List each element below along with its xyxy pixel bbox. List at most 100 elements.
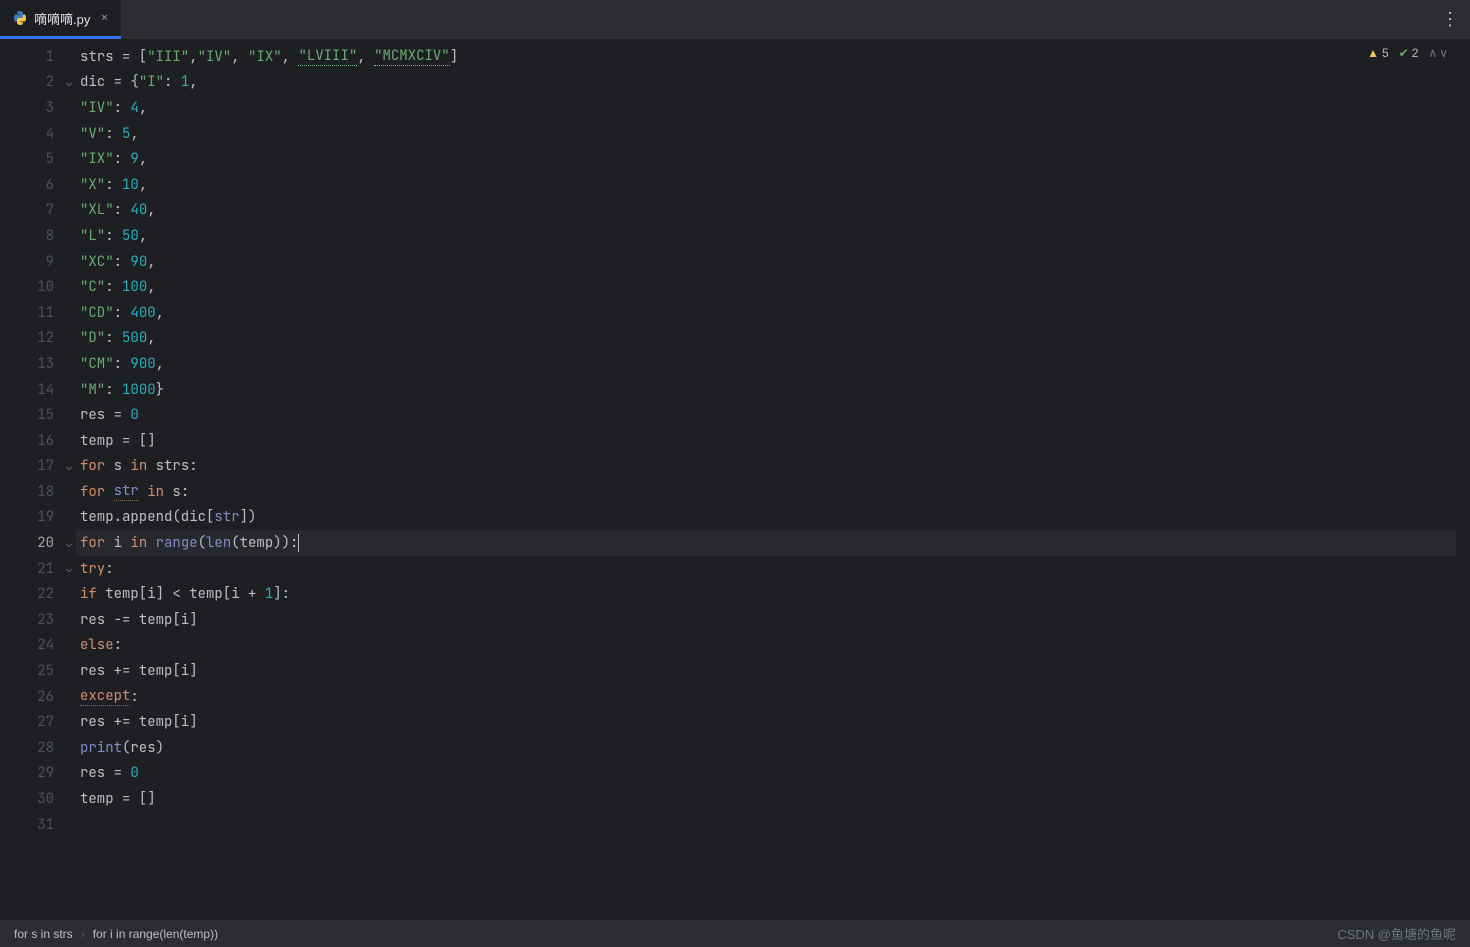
code-line[interactable]: if temp[i] < temp[i + 1]: (76, 581, 1456, 607)
code-token: , (231, 48, 248, 66)
prev-highlight-icon[interactable]: ∧ (1428, 46, 1437, 60)
code-token: : (114, 304, 131, 322)
code-token: 90 (130, 253, 147, 271)
code-area[interactable]: strs = ["III","IV", "IX", "LVIII", "MCMX… (76, 40, 1456, 919)
code-token: : (114, 636, 122, 654)
code-token: 1000 (122, 381, 156, 399)
breadcrumb-item[interactable]: for i in range(len(temp)) (93, 927, 218, 941)
code-line[interactable]: "V": 5, (76, 121, 1456, 147)
code-line[interactable]: "XC": 90, (76, 249, 1456, 275)
gutter-line: 19 (0, 505, 76, 531)
code-token: 10 (122, 176, 139, 194)
code-token: "IV" (80, 99, 114, 117)
warnings-indicator[interactable]: ▲ 5 (1367, 46, 1389, 60)
next-highlight-icon[interactable]: ∨ (1439, 46, 1448, 60)
code-line[interactable]: "IV": 4, (76, 95, 1456, 121)
code-line[interactable]: "L": 50, (76, 223, 1456, 249)
code-line[interactable]: print(res) (76, 735, 1456, 761)
line-number: 31 (37, 816, 54, 834)
code-token: strs: (156, 457, 198, 475)
line-number: 1 (46, 48, 54, 66)
code-line[interactable]: res = 0 (76, 402, 1456, 428)
code-token: s: (172, 483, 189, 501)
file-tab[interactable]: 嘀嘀嘀.py × (0, 0, 121, 39)
code-line[interactable]: "M": 1000} (76, 377, 1456, 403)
code-token: , (139, 150, 147, 168)
code-token: "XC" (80, 253, 114, 271)
code-token: in (130, 457, 155, 475)
code-line[interactable]: "IX": 9, (76, 146, 1456, 172)
breadcrumb-item[interactable]: for s in strs (14, 927, 73, 941)
code-token: 5 (122, 125, 130, 143)
code-token: : (164, 73, 181, 91)
code-line[interactable]: for i in range(len(temp)): (76, 530, 1456, 556)
tab-bar: 嘀嘀嘀.py × ⋮ (0, 0, 1470, 40)
code-token: ]) (240, 508, 257, 526)
code-line[interactable]: "X": 10, (76, 172, 1456, 198)
code-line[interactable]: temp = [] (76, 428, 1456, 454)
gutter-line: 8 (0, 223, 76, 249)
fold-icon[interactable]: ⌄ (66, 460, 72, 473)
fold-icon[interactable]: ⌄ (66, 76, 72, 89)
gutter-line: 28 (0, 735, 76, 761)
code-line[interactable]: "XL": 40, (76, 198, 1456, 224)
code-token: , (147, 201, 155, 219)
code-token: res += temp[i] (80, 662, 198, 680)
code-line[interactable]: temp = [] (76, 786, 1456, 812)
code-token: , (139, 176, 147, 194)
code-token: "XL" (80, 201, 114, 219)
scrollbar[interactable] (1456, 40, 1470, 919)
code-token: try (80, 560, 105, 578)
gutter-line: 18 (0, 479, 76, 505)
code-line[interactable]: temp.append(dic[str]) (76, 505, 1456, 531)
code-token: "IX" (80, 150, 114, 168)
line-number: 6 (46, 176, 54, 194)
code-token: for (80, 483, 114, 501)
code-line[interactable]: res += temp[i] (76, 709, 1456, 735)
code-line[interactable]: "D": 500, (76, 326, 1456, 352)
code-line[interactable]: res += temp[i] (76, 658, 1456, 684)
code-line[interactable]: "CM": 900, (76, 351, 1456, 377)
gutter-line: 3 (0, 95, 76, 121)
code-token: "I" (139, 73, 164, 91)
code-line[interactable]: try: (76, 556, 1456, 582)
gutter-line: 26 (0, 684, 76, 710)
code-token: for (80, 457, 114, 475)
code-token: : (105, 125, 122, 143)
typos-indicator[interactable]: ✔ 2 (1399, 46, 1419, 60)
gutter-line: 17⌄ (0, 454, 76, 480)
gutter-line: 12 (0, 326, 76, 352)
code-token: : (105, 227, 122, 245)
code-line[interactable]: else: (76, 633, 1456, 659)
code-token: ( (198, 534, 206, 552)
code-line[interactable]: for s in strs: (76, 454, 1456, 480)
fold-icon[interactable]: ⌄ (66, 562, 72, 575)
code-token: "III" (147, 48, 189, 66)
code-line[interactable]: for str in s: (76, 479, 1456, 505)
code-line[interactable]: dic = {"I": 1, (76, 70, 1456, 96)
code-token: , (156, 355, 164, 373)
code-line[interactable]: res = 0 (76, 761, 1456, 787)
code-line[interactable]: res -= temp[i] (76, 607, 1456, 633)
code-token: res = (80, 764, 130, 782)
code-token: "IV" (198, 48, 232, 66)
code-token: , (147, 253, 155, 271)
line-number: 11 (37, 304, 54, 322)
code-token: range (156, 534, 198, 552)
code-line[interactable]: "C": 100, (76, 274, 1456, 300)
code-token: 0 (130, 406, 138, 424)
python-icon (12, 10, 28, 26)
code-line[interactable]: strs = ["III","IV", "IX", "LVIII", "MCMX… (76, 44, 1456, 70)
code-token: "MCMXCIV" (374, 47, 450, 66)
code-line[interactable]: except: (76, 684, 1456, 710)
code-token: temp[i] < temp[i + (105, 585, 265, 603)
tab-filename: 嘀嘀嘀.py (34, 9, 90, 28)
code-line[interactable]: "CD": 400, (76, 300, 1456, 326)
close-icon[interactable]: × (100, 9, 108, 27)
code-line[interactable] (76, 812, 1456, 838)
fold-icon[interactable]: ⌄ (66, 537, 72, 550)
code-token: 900 (130, 355, 155, 373)
code-token: "X" (80, 176, 105, 194)
line-number: 26 (37, 688, 54, 706)
more-icon[interactable]: ⋮ (1441, 8, 1458, 31)
